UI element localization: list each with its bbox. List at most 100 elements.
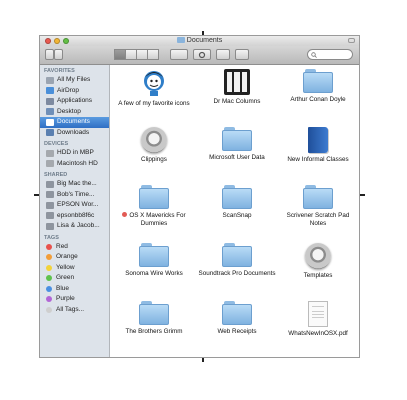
- folder-icon: [222, 301, 252, 325]
- file-name: Templates: [303, 272, 333, 279]
- disk-icon: [141, 127, 167, 153]
- forward-button[interactable]: [54, 49, 63, 60]
- sidebar-item-label: Documents: [57, 118, 90, 125]
- file-item-scrivener-scratch-pad-notes[interactable]: Scrivener Scratch Pad Notes: [278, 185, 358, 228]
- tag-dot-icon: [122, 212, 128, 217]
- action-gear-button[interactable]: [193, 49, 211, 60]
- tag-item-all-tags[interactable]: All Tags...: [40, 305, 109, 316]
- file-item-web-receipts[interactable]: Web Receipts: [197, 301, 277, 336]
- computer-icon: [46, 212, 54, 220]
- tag-item-yellow[interactable]: Yellow: [40, 263, 109, 274]
- tag-item-blue[interactable]: Blue: [40, 284, 109, 295]
- sidebar-item-label: epsonbb8f6c: [57, 211, 95, 219]
- tag-color-dot-icon: [46, 243, 52, 250]
- tag-label: Red: [56, 242, 68, 250]
- file-label: ScanSnap: [197, 212, 277, 220]
- file-name: Web Receipts: [217, 328, 257, 335]
- tag-item-purple[interactable]: Purple: [40, 294, 109, 305]
- file-item-dr-mac-columns[interactable]: Dr Mac Columns: [197, 69, 277, 106]
- file-name: WhatsNewInOSX.pdf: [288, 330, 348, 337]
- sidebar-item-airdrop[interactable]: AirDrop: [40, 86, 109, 97]
- coverflow-view-button[interactable]: [147, 49, 159, 60]
- sidebar-item-desktop[interactable]: Desktop: [40, 107, 109, 118]
- sidebar-item-hdd-in-mbp[interactable]: HDD in MBP: [40, 148, 109, 159]
- file-item-whatsnewinosx-pdf[interactable]: WhatsNewInOSX.pdf: [278, 301, 358, 338]
- file-label: WhatsNewInOSX.pdf: [278, 330, 358, 338]
- sidebar-item-applications[interactable]: Applications: [40, 96, 109, 107]
- sidebar-item-epsonbb8f6c[interactable]: epsonbb8f6c: [40, 211, 109, 222]
- sidebar-item-bob-s-time[interactable]: Bob's Time...: [40, 190, 109, 201]
- file-item-sonoma-wire-works[interactable]: Sonoma Wire Works: [114, 243, 194, 278]
- computer-icon: [46, 222, 54, 230]
- sidebar-item-all-my-files[interactable]: All My Files: [40, 75, 109, 86]
- tag-color-dot-icon: [46, 285, 52, 292]
- folder-icon: [303, 185, 333, 209]
- file-name: New Informal Classes: [287, 156, 349, 163]
- file-item-os-x-mavericks-for-dummies[interactable]: OS X Mavericks For Dummies: [114, 185, 194, 228]
- tag-item-green[interactable]: Green: [40, 273, 109, 284]
- tag-color-dot-icon: [46, 275, 52, 282]
- file-item-new-informal-classes[interactable]: New Informal Classes: [278, 127, 358, 164]
- tag-color-dot-icon: [46, 254, 52, 261]
- tag-label: All Tags...: [56, 305, 85, 313]
- sidebar-item-macintosh-hd[interactable]: Macintosh HD: [40, 159, 109, 170]
- sidebar-item-epson-wor[interactable]: EPSON Wor...: [40, 200, 109, 211]
- folder-icon: [176, 37, 185, 43]
- sidebar-item-documents[interactable]: Documents: [40, 117, 109, 128]
- toolbar: [40, 46, 359, 65]
- file-name: Soundtrack Pro Documents: [198, 270, 276, 277]
- file-label: Clippings: [114, 156, 194, 164]
- tag-label: Green: [56, 274, 75, 281]
- window-title: Documents: [40, 37, 359, 44]
- file-label: Dr Mac Columns: [197, 98, 277, 106]
- sidebar-item-label: Macintosh HD: [57, 159, 98, 167]
- computer-icon: [46, 180, 54, 188]
- file-name: The Brothers Grimm: [125, 328, 183, 335]
- tag-item-orange[interactable]: Orange: [40, 252, 109, 263]
- file-name: Dr Mac Columns: [213, 98, 261, 105]
- back-button[interactable]: [45, 49, 54, 60]
- finder-window: Documents FAVORITES All My Files AirDrop A…: [39, 35, 360, 358]
- sidebar-item-downloads[interactable]: Downloads: [40, 128, 109, 139]
- sidebar-item-label: All My Files: [57, 76, 91, 83]
- applications-icon: [46, 97, 54, 105]
- folder-icon: [139, 301, 169, 325]
- folder-icon: [303, 69, 333, 93]
- file-item-a-few-of-my-favorite-icons[interactable]: A few of my favorite icons: [114, 69, 194, 108]
- file-item-templates[interactable]: Templates: [278, 243, 358, 280]
- file-label: Web Receipts: [197, 328, 277, 336]
- fullscreen-icon[interactable]: [348, 38, 355, 43]
- sidebar-item-label: EPSON Wor...: [57, 201, 99, 208]
- file-label: The Brothers Grimm: [114, 328, 194, 336]
- file-item-scansnap[interactable]: ScanSnap: [197, 185, 277, 220]
- file-name: ScanSnap: [222, 212, 252, 219]
- tag-item-red[interactable]: Red: [40, 242, 109, 253]
- computer-icon: [46, 201, 54, 209]
- sidebar-item-label: Applications: [57, 97, 93, 104]
- file-label: Sonoma Wire Works: [114, 270, 194, 278]
- file-name: Arthur Conan Doyle: [290, 96, 346, 103]
- desktop-icon: [46, 108, 54, 116]
- sidebar-header-tags: TAGS: [44, 234, 59, 241]
- devices-list: HDD in MBP Macintosh HD: [40, 148, 109, 169]
- folder-icon: [222, 243, 252, 267]
- file-label: A few of my favorite icons: [114, 100, 194, 108]
- tags-button[interactable]: [235, 49, 249, 60]
- sidebar-item-big-mac-the[interactable]: Big Mac the...: [40, 179, 109, 190]
- sidebar-header-shared: SHARED: [44, 172, 68, 178]
- file-item-clippings[interactable]: Clippings: [114, 127, 194, 164]
- file-item-the-brothers-grimm[interactable]: The Brothers Grimm: [114, 301, 194, 336]
- search-field[interactable]: [307, 49, 353, 60]
- arrange-button[interactable]: [170, 49, 188, 60]
- sidebar-item-lisa-jacob[interactable]: Lisa & Jacob...: [40, 221, 109, 232]
- tag-label: Orange: [56, 253, 78, 260]
- disk-icon: [46, 160, 54, 168]
- sidebar-header-favorites: FAVORITES: [44, 68, 75, 74]
- file-item-soundtrack-pro-documents[interactable]: Soundtrack Pro Documents: [197, 243, 277, 278]
- tag-label: Blue: [56, 284, 70, 292]
- file-item-arthur-conan-doyle[interactable]: Arthur Conan Doyle: [278, 69, 358, 104]
- file-label: OS X Mavericks For Dummies: [114, 212, 194, 228]
- title-bar[interactable]: Documents: [40, 36, 359, 46]
- share-button[interactable]: [216, 49, 230, 60]
- file-item-microsoft-user-data[interactable]: Microsoft User Data: [197, 127, 277, 162]
